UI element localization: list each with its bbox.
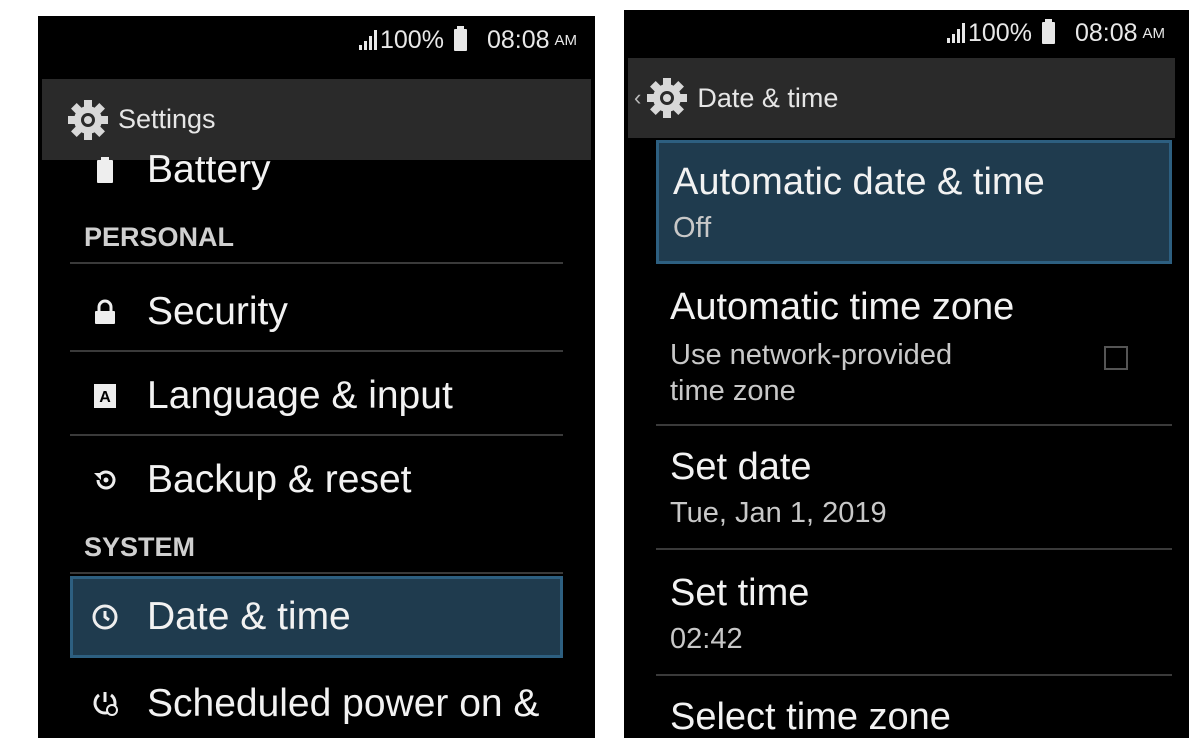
signal-icon [358,30,377,50]
language-icon: A [82,383,127,409]
clock-icon [82,604,127,630]
status-bar: 100% 08:08 AM [38,16,595,64]
lock-icon [82,299,127,325]
settings-item-label: Date & time [147,595,351,638]
section-header-system: SYSTEM [84,532,196,562]
settings-item-backup[interactable]: Backup & reset [70,452,563,508]
svg-text:A: A [99,389,111,406]
setting-summary: Tue, Jan 1, 2019 [670,497,887,529]
setting-automatic-time-zone[interactable]: Automatic time zone Use network-provided… [656,286,1172,426]
status-ampm: AM [554,31,578,49]
settings-item-label: Scheduled power on & [147,682,540,725]
status-clock: 08:08 [1074,18,1138,47]
settings-item-label: Security [147,290,288,333]
date-time-screen: 100% 08:08 AM ‹ Date & time Automatic da… [624,10,1189,738]
section-header-personal: PERSONAL [84,222,235,252]
battery-percent: 100% [967,18,1032,47]
settings-item-date-time[interactable]: Date & time [70,576,563,658]
divider [70,434,563,436]
status-ampm: AM [1142,24,1166,42]
status-bar: 100% 08:08 AM [624,10,1189,56]
page-title: Date & time [697,82,839,113]
battery-icon [1041,19,1055,44]
divider [70,262,563,264]
settings-item-label: Battery [147,148,271,191]
divider [70,572,563,574]
settings-screen: 100% 08:08 AM Settings Battery PERSONAL … [38,16,595,738]
setting-title: Set date [670,446,812,488]
setting-summary: Off [673,212,712,244]
settings-item-label: Backup & reset [147,458,412,501]
signal-icon [946,23,965,43]
setting-title: Set time [670,572,810,614]
settings-item-label: Language & input [147,374,453,417]
back-chevron-icon[interactable]: ‹ [634,85,641,111]
backup-restore-icon [82,467,127,493]
setting-summary-line: Use network-provided [670,339,953,371]
setting-summary: Use network-provided time zone [670,337,1172,409]
settings-item-scheduled-power[interactable]: Scheduled power on & [70,676,563,732]
action-bar: ‹ Date & time [628,58,1175,138]
page-title: Settings [118,104,216,134]
settings-item-battery[interactable]: Battery [70,146,563,194]
status-clock: 08:08 [486,25,550,54]
settings-item-language[interactable]: A Language & input [70,368,563,424]
setting-set-time[interactable]: Set time 02:42 [656,572,1172,676]
divider [656,674,1172,676]
settings-gear-icon[interactable] [64,96,112,144]
setting-select-time-zone[interactable]: Select time zone [656,696,1172,738]
setting-title: Automatic date & time [673,161,1045,203]
setting-automatic-date-time[interactable]: Automatic date & time Off [656,140,1172,264]
settings-item-security[interactable]: Security [70,284,563,340]
settings-gear-icon[interactable] [643,74,691,122]
divider [70,350,563,352]
battery-icon [82,157,127,183]
battery-icon [453,26,467,51]
divider [656,424,1172,426]
auto-timezone-checkbox[interactable] [1104,346,1128,370]
scheduled-power-icon [82,690,127,718]
setting-set-date[interactable]: Set date Tue, Jan 1, 2019 [656,446,1172,550]
setting-title: Automatic time zone [670,286,1015,328]
battery-percent: 100% [379,25,444,54]
setting-summary: 02:42 [670,623,743,655]
setting-summary-line: time zone [670,375,796,407]
setting-title: Select time zone [670,696,951,738]
divider [656,548,1172,550]
